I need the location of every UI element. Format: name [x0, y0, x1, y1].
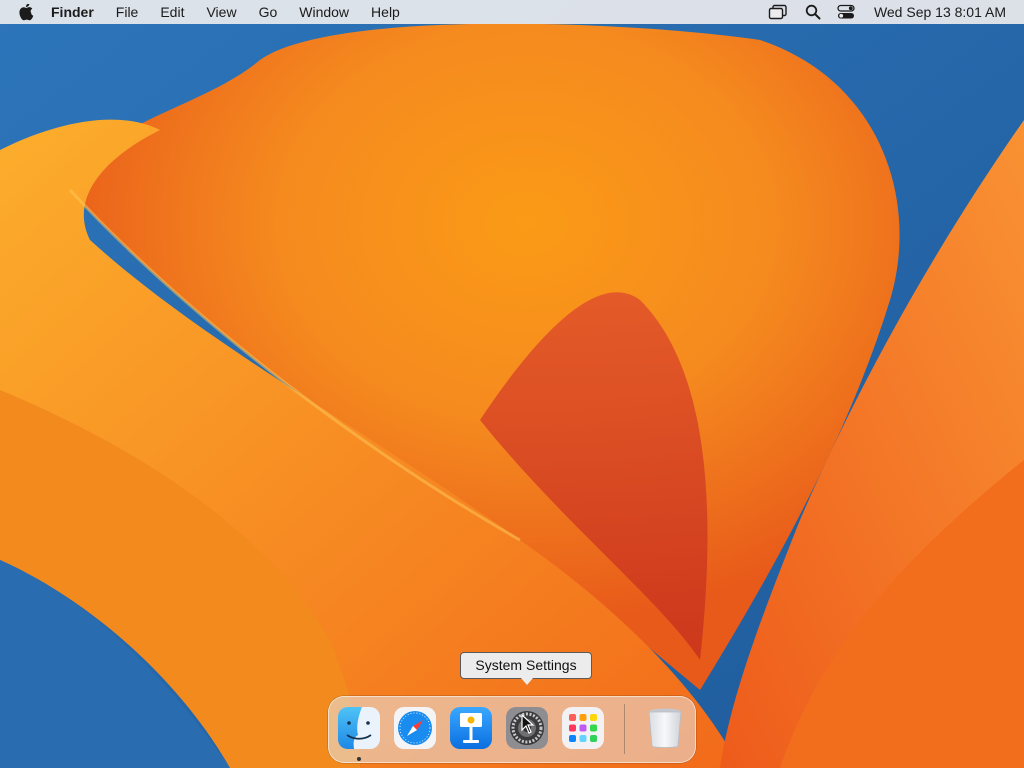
- menu-help[interactable]: Help: [360, 0, 411, 24]
- launchpad-icon: [562, 707, 604, 749]
- menubar-clock[interactable]: Wed Sep 13 8:01 AM: [862, 4, 1024, 20]
- safari-icon: [394, 707, 436, 749]
- spotlight-search-icon[interactable]: [796, 0, 830, 24]
- menu-edit[interactable]: Edit: [149, 0, 195, 24]
- menu-bar: Finder File Edit View Go Window Help Wed…: [0, 0, 1024, 24]
- menu-window[interactable]: Window: [288, 0, 360, 24]
- keynote-icon: [450, 707, 492, 749]
- menu-view[interactable]: View: [195, 0, 247, 24]
- menu-go[interactable]: Go: [248, 0, 289, 24]
- finder-icon: [338, 707, 380, 749]
- mouse-cursor: [521, 714, 535, 734]
- dock-app-keynote[interactable]: [448, 705, 494, 751]
- dock-trash[interactable]: [642, 705, 688, 751]
- dock-tooltip: System Settings: [460, 652, 592, 679]
- menu-app-finder[interactable]: Finder: [40, 0, 105, 24]
- finder-running-indicator: [357, 757, 361, 761]
- dock-app-finder[interactable]: [336, 705, 382, 751]
- dock-separator: [624, 704, 625, 754]
- tooltip-arrow: [521, 678, 533, 685]
- trash-icon: [648, 708, 682, 748]
- menu-file[interactable]: File: [105, 0, 150, 24]
- dock-app-launchpad[interactable]: [560, 705, 606, 751]
- screen-mirroring-icon[interactable]: [760, 0, 796, 24]
- dock-app-safari[interactable]: [392, 705, 438, 751]
- apple-menu-icon[interactable]: [16, 0, 36, 24]
- control-center-icon[interactable]: [830, 0, 862, 24]
